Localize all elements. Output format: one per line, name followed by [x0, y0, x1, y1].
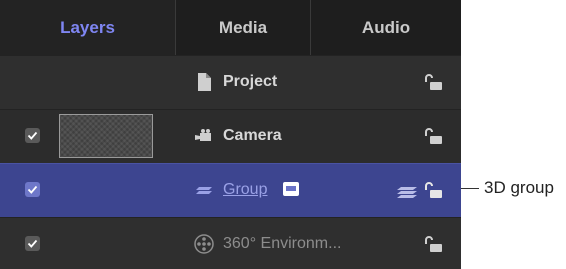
3d-group-icon[interactable] [395, 181, 421, 201]
visibility-checkbox[interactable] [25, 128, 40, 143]
callout-line [461, 188, 479, 189]
layer-label-camera: Camera [223, 127, 282, 144]
group-layers-icon [196, 187, 212, 194]
callout-label: 3D group [484, 178, 554, 197]
layer-thumbnail [59, 114, 153, 158]
camera-icon [195, 129, 211, 141]
unlock-icon[interactable] [423, 234, 443, 254]
unlock-icon[interactable] [423, 180, 443, 200]
unlock-icon[interactable] [423, 72, 443, 92]
layer-row-project[interactable]: Project [0, 55, 461, 109]
unlock-icon[interactable] [423, 126, 443, 146]
tab-media[interactable]: Media [175, 0, 310, 55]
layer-row-group[interactable]: Group [0, 163, 461, 217]
layers-panel: Layers Media Audio Project Camera Group … [0, 0, 461, 269]
rectangle-badge-icon [283, 182, 299, 196]
visibility-checkbox[interactable] [25, 236, 40, 251]
tab-layers-label: Layers [60, 17, 115, 37]
checkmark-icon [27, 185, 38, 194]
layer-label-project: Project [223, 73, 278, 90]
tab-bar: Layers Media Audio [0, 0, 461, 55]
checkmark-icon [27, 131, 38, 140]
layer-row-camera[interactable]: Camera [0, 109, 461, 163]
tab-layers[interactable]: Layers [0, 0, 175, 55]
layer-label-360-environment: 360° Environm... [223, 235, 342, 252]
layer-row-360-environment[interactable]: 360° Environm... [0, 217, 461, 269]
tab-media-label: Media [218, 17, 268, 37]
checkmark-icon [27, 239, 38, 248]
layer-label-group[interactable]: Group [223, 179, 267, 201]
tab-audio[interactable]: Audio [310, 0, 461, 55]
360-environment-icon [194, 234, 214, 254]
visibility-checkbox[interactable] [25, 182, 40, 197]
tab-audio-label: Audio [361, 17, 411, 37]
document-icon [198, 73, 211, 91]
